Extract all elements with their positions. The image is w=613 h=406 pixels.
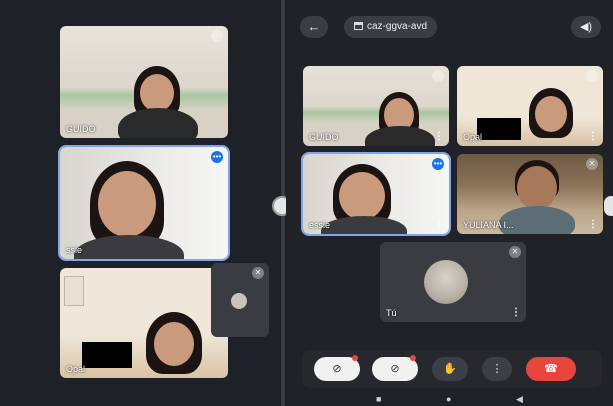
phone-hangup-icon: ☎	[544, 363, 558, 375]
self-avatar	[424, 260, 468, 304]
participant-tile-guido[interactable]: ✕ GUIDO ⋮	[303, 66, 449, 146]
video-feed	[60, 268, 228, 378]
android-nav-bar: ■ ● ◀	[286, 392, 613, 406]
participant-name: ssie	[66, 245, 83, 255]
participant-tile-guido-left[interactable]: ✕ GUIDO	[60, 26, 228, 138]
self-avatar	[231, 293, 247, 309]
hand-icon: ✋	[443, 363, 457, 375]
right-meeting-pane: ← caz-ggva-avd ◀) ✕ GUIDO ⋮ ✕ Opal ⋮ •••…	[286, 0, 613, 406]
more-options-button[interactable]: ⋮	[482, 357, 512, 381]
participant-name: Opal	[463, 132, 483, 142]
participant-name: essie	[309, 220, 331, 230]
left-meeting-pane: ✕ GUIDO ••• ssie Opal ✕	[0, 0, 280, 406]
self-view-tile[interactable]: ✕ Tú ⋮	[380, 242, 526, 322]
camera-off-icon: ⊘	[332, 363, 342, 375]
video-feed	[60, 26, 228, 138]
arrow-left-icon: ←	[307, 19, 321, 34]
camera-toggle-button[interactable]: ⊘	[314, 355, 360, 381]
participant-name: YULIANA I...	[463, 220, 514, 230]
speaker-icon: ◀)	[579, 21, 593, 33]
more-vert-icon: ⋮	[491, 363, 503, 375]
raise-hand-button[interactable]: ✋	[432, 357, 468, 381]
home-icon[interactable]: ●	[446, 394, 451, 404]
mic-off-icon: ✕	[509, 246, 521, 258]
end-call-button[interactable]: ☎	[526, 357, 576, 381]
video-feed	[60, 147, 228, 259]
participant-name: GUIDO	[309, 132, 339, 142]
mic-toggle-button[interactable]: ⊘	[372, 355, 418, 381]
mic-off-icon: ✕	[211, 30, 223, 42]
speaker-button[interactable]: ◀)	[571, 16, 601, 38]
participant-name: Opal	[66, 364, 86, 374]
participant-tile-opal[interactable]: ✕ Opal ⋮	[457, 66, 603, 146]
mic-active-icon: •••	[432, 158, 444, 170]
self-name: Tú	[386, 308, 397, 318]
more-vert-icon[interactable]: ⋮	[434, 219, 444, 230]
recents-icon[interactable]: ■	[376, 394, 381, 404]
participant-name: GUIDO	[66, 124, 96, 134]
mic-off-icon: ✕	[432, 70, 444, 82]
mic-off-icon: ✕	[252, 267, 264, 279]
meeting-top-bar: ← caz-ggva-avd ◀)	[286, 0, 613, 52]
back-nav-icon[interactable]: ◀	[516, 394, 523, 405]
more-vert-icon[interactable]: ⋮	[588, 219, 598, 230]
more-vert-icon[interactable]: ⋮	[434, 131, 444, 142]
more-vert-icon[interactable]: ⋮	[511, 307, 521, 318]
edge-drag-handle[interactable]	[604, 196, 613, 216]
mic-active-icon: •••	[211, 151, 223, 163]
participant-tile-essie[interactable]: ••• essie ⋮	[301, 152, 451, 236]
mic-off-icon: ✕	[586, 70, 598, 82]
back-button[interactable]: ←	[300, 16, 328, 38]
mic-off-icon: ✕	[586, 158, 598, 170]
self-view-tile-left[interactable]: ✕	[211, 263, 269, 337]
participant-tile-ssie-left[interactable]: ••• ssie	[58, 145, 230, 261]
call-controls-bar: ⊘ ⊘ ✋ ⋮ ☎	[302, 350, 602, 388]
meeting-code: caz-ggva-avd	[367, 21, 428, 32]
meeting-code-button[interactable]: caz-ggva-avd	[344, 16, 438, 38]
mic-off-icon: ⊘	[390, 363, 400, 375]
participant-tile-yuliana[interactable]: ✕ YULIANA I... ⋮	[457, 154, 603, 234]
more-vert-icon[interactable]: ⋮	[588, 131, 598, 142]
participant-tile-opal-left[interactable]: Opal	[60, 268, 228, 378]
calendar-icon	[354, 22, 363, 30]
